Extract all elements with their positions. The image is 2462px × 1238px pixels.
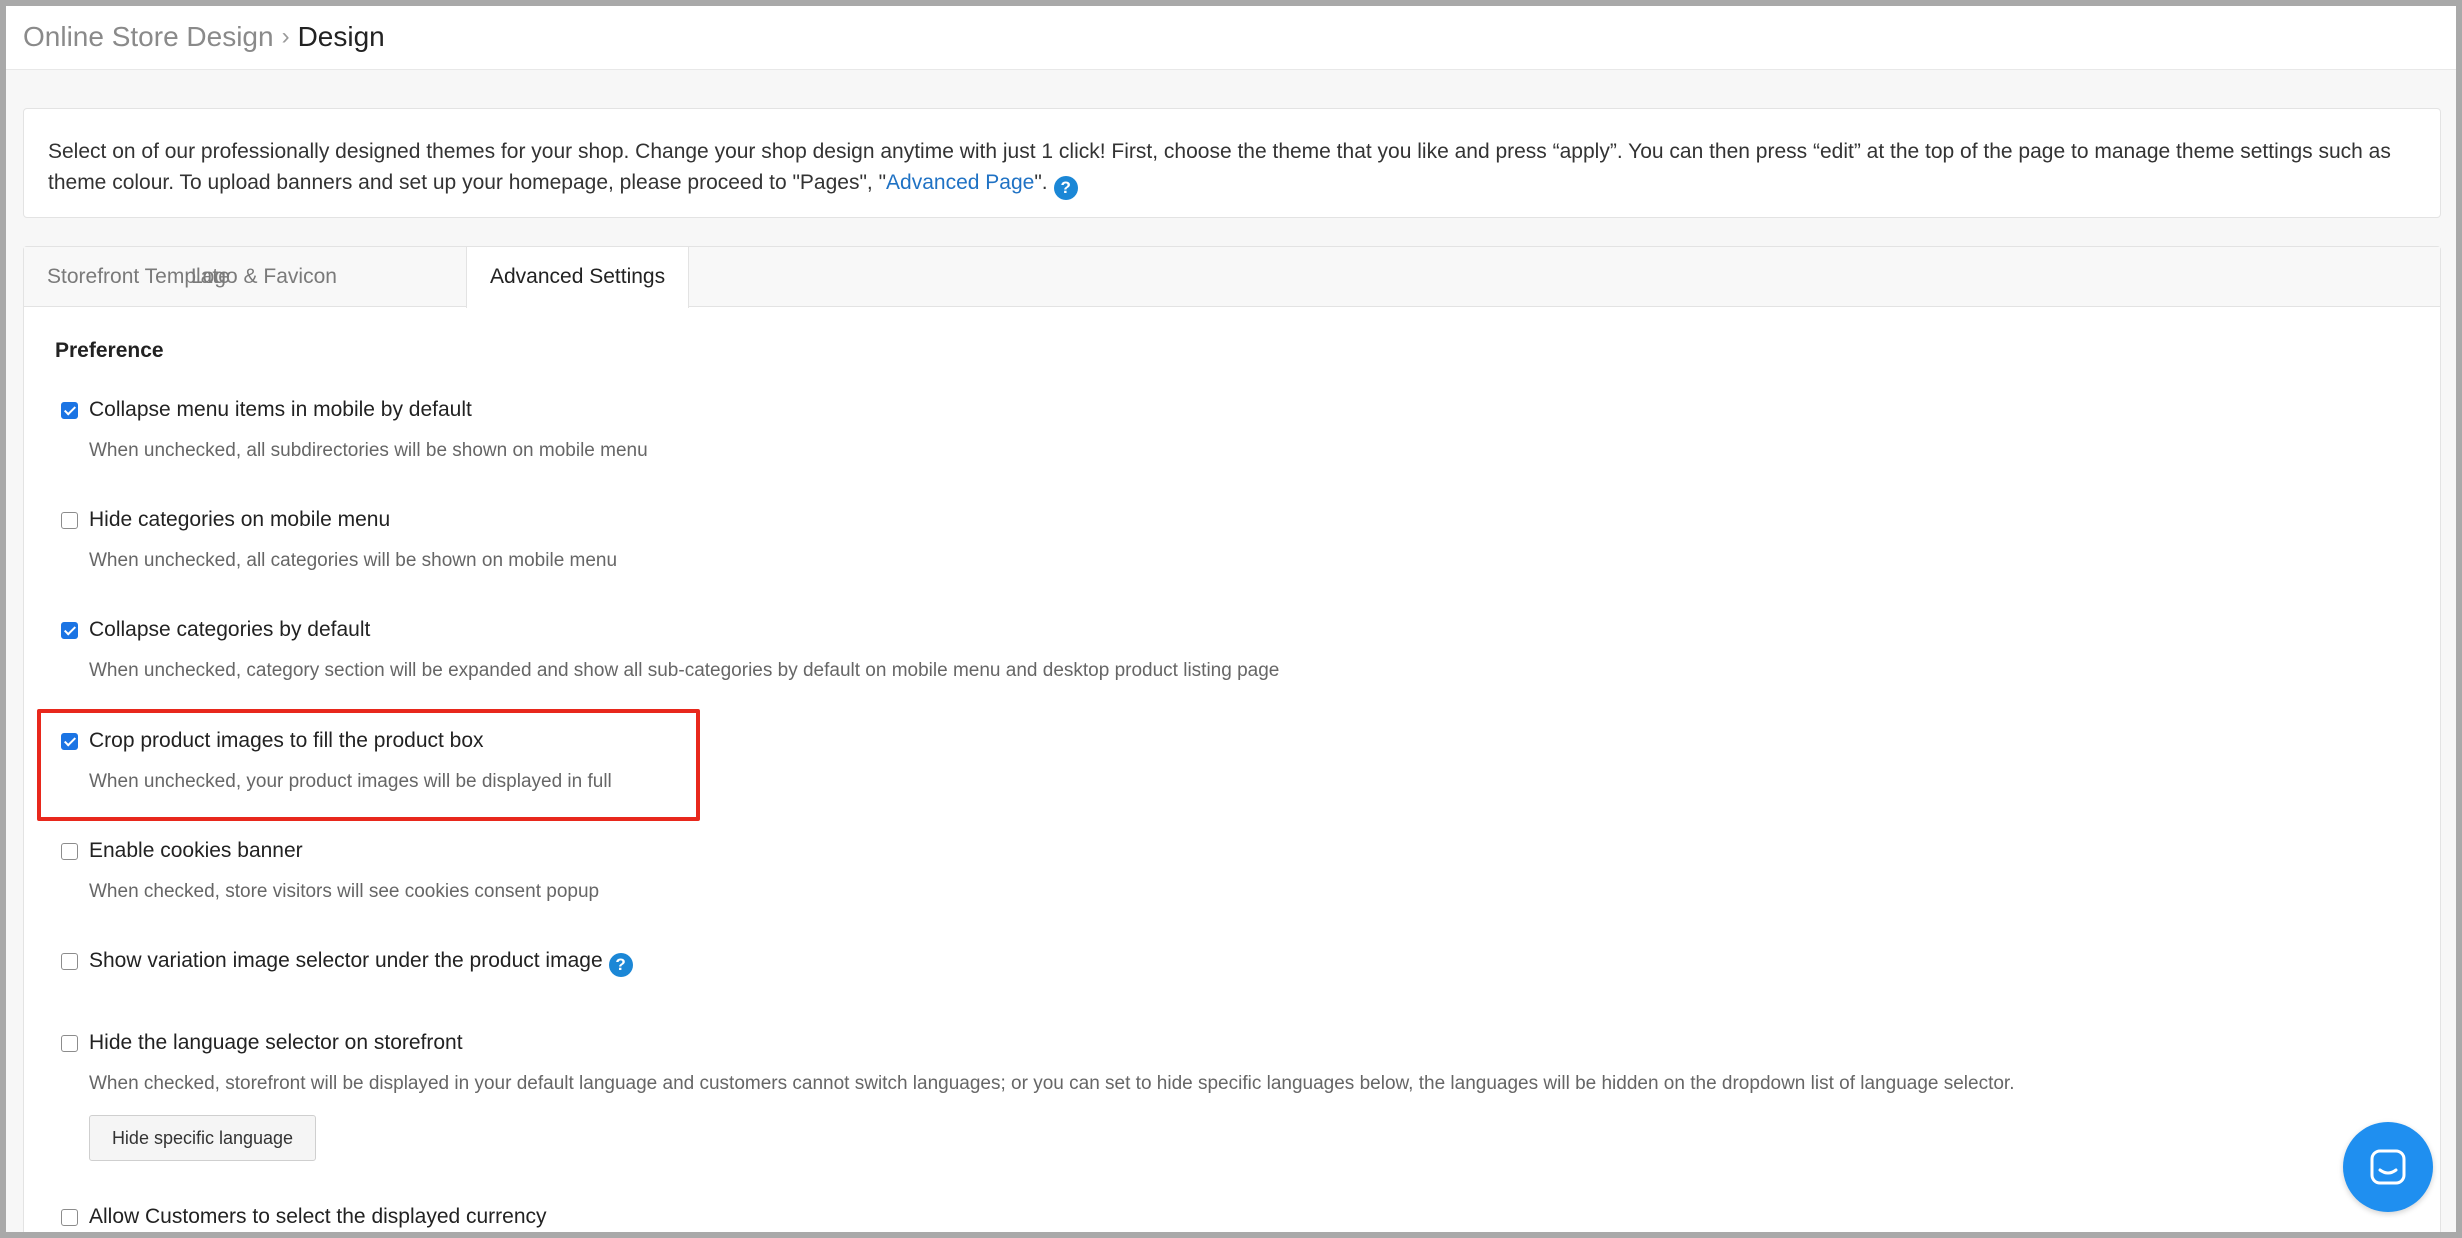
advanced-page-link[interactable]: Advanced Page [886, 171, 1034, 194]
preference-heading: Preference [55, 339, 164, 362]
collapse-categories-checkbox[interactable] [61, 622, 78, 639]
tab-bar: Storefront Template Logo & Favicon Advan… [24, 247, 2440, 308]
cookies-banner-checkbox[interactable] [61, 843, 78, 860]
intro-text: Select on of our professionally designed… [48, 140, 2391, 194]
option-label[interactable]: Crop product images to fill the product … [89, 726, 484, 756]
option-label[interactable]: Collapse categories by default [89, 615, 370, 645]
option-label[interactable]: Hide categories on mobile menu [89, 505, 390, 535]
option-description: When unchecked, all subdirectories will … [89, 440, 648, 461]
hide-language-checkbox[interactable] [61, 1035, 78, 1052]
breadcrumb-parent-link[interactable]: Online Store Design [23, 21, 274, 52]
option-description: When unchecked, all categories will be s… [89, 550, 618, 571]
select-currency-checkbox[interactable] [61, 1209, 78, 1226]
intro-info-box: Select on of our professionally designed… [23, 108, 2441, 218]
help-icon[interactable]: ? [1053, 176, 1078, 200]
top-bar: Online Store Design › Design [6, 6, 2456, 70]
option-label-text[interactable]: Show variation image selector under the … [89, 949, 603, 972]
breadcrumb: Online Store Design › Design [23, 20, 385, 56]
option-label[interactable]: Allow Customers to select the displayed … [89, 1202, 547, 1232]
breadcrumb-current: Design [297, 21, 385, 52]
option-label[interactable]: Collapse menu items in mobile by default [89, 395, 472, 425]
option-description: When unchecked, category section will be… [89, 660, 1280, 681]
app-window: Online Store Design › Design Select on of … [6, 6, 2456, 1232]
option-description: When checked, store visitors will see co… [89, 881, 600, 902]
option-label[interactable]: Show variation image selector under the … [89, 946, 633, 977]
variation-selector-checkbox[interactable] [61, 953, 78, 970]
option-description: When checked, storefront will be display… [89, 1073, 2015, 1094]
collapse-menu-checkbox[interactable] [61, 402, 78, 419]
chat-launcher-button[interactable] [2343, 1122, 2433, 1212]
intro-text-end: ". [1034, 171, 1048, 194]
settings-panel: Storefront Template Logo & Favicon Advan… [23, 246, 2441, 1232]
breadcrumb-separator-icon: › [281, 23, 290, 50]
crop-images-checkbox[interactable] [61, 733, 78, 750]
hide-categories-checkbox[interactable] [61, 512, 78, 529]
option-label[interactable]: Enable cookies banner [89, 836, 303, 866]
chat-bubble-icon [2370, 1149, 2406, 1185]
hide-specific-language-button[interactable]: Hide specific language [89, 1115, 316, 1161]
tab-logo-favicon[interactable]: Logo & Favicon [168, 247, 360, 307]
option-label[interactable]: Hide the language selector on storefront [89, 1028, 463, 1058]
tab-advanced-settings[interactable]: Advanced Settings [466, 247, 690, 308]
help-icon[interactable]: ? [608, 953, 633, 977]
option-description: When unchecked, your product images will… [89, 771, 612, 792]
